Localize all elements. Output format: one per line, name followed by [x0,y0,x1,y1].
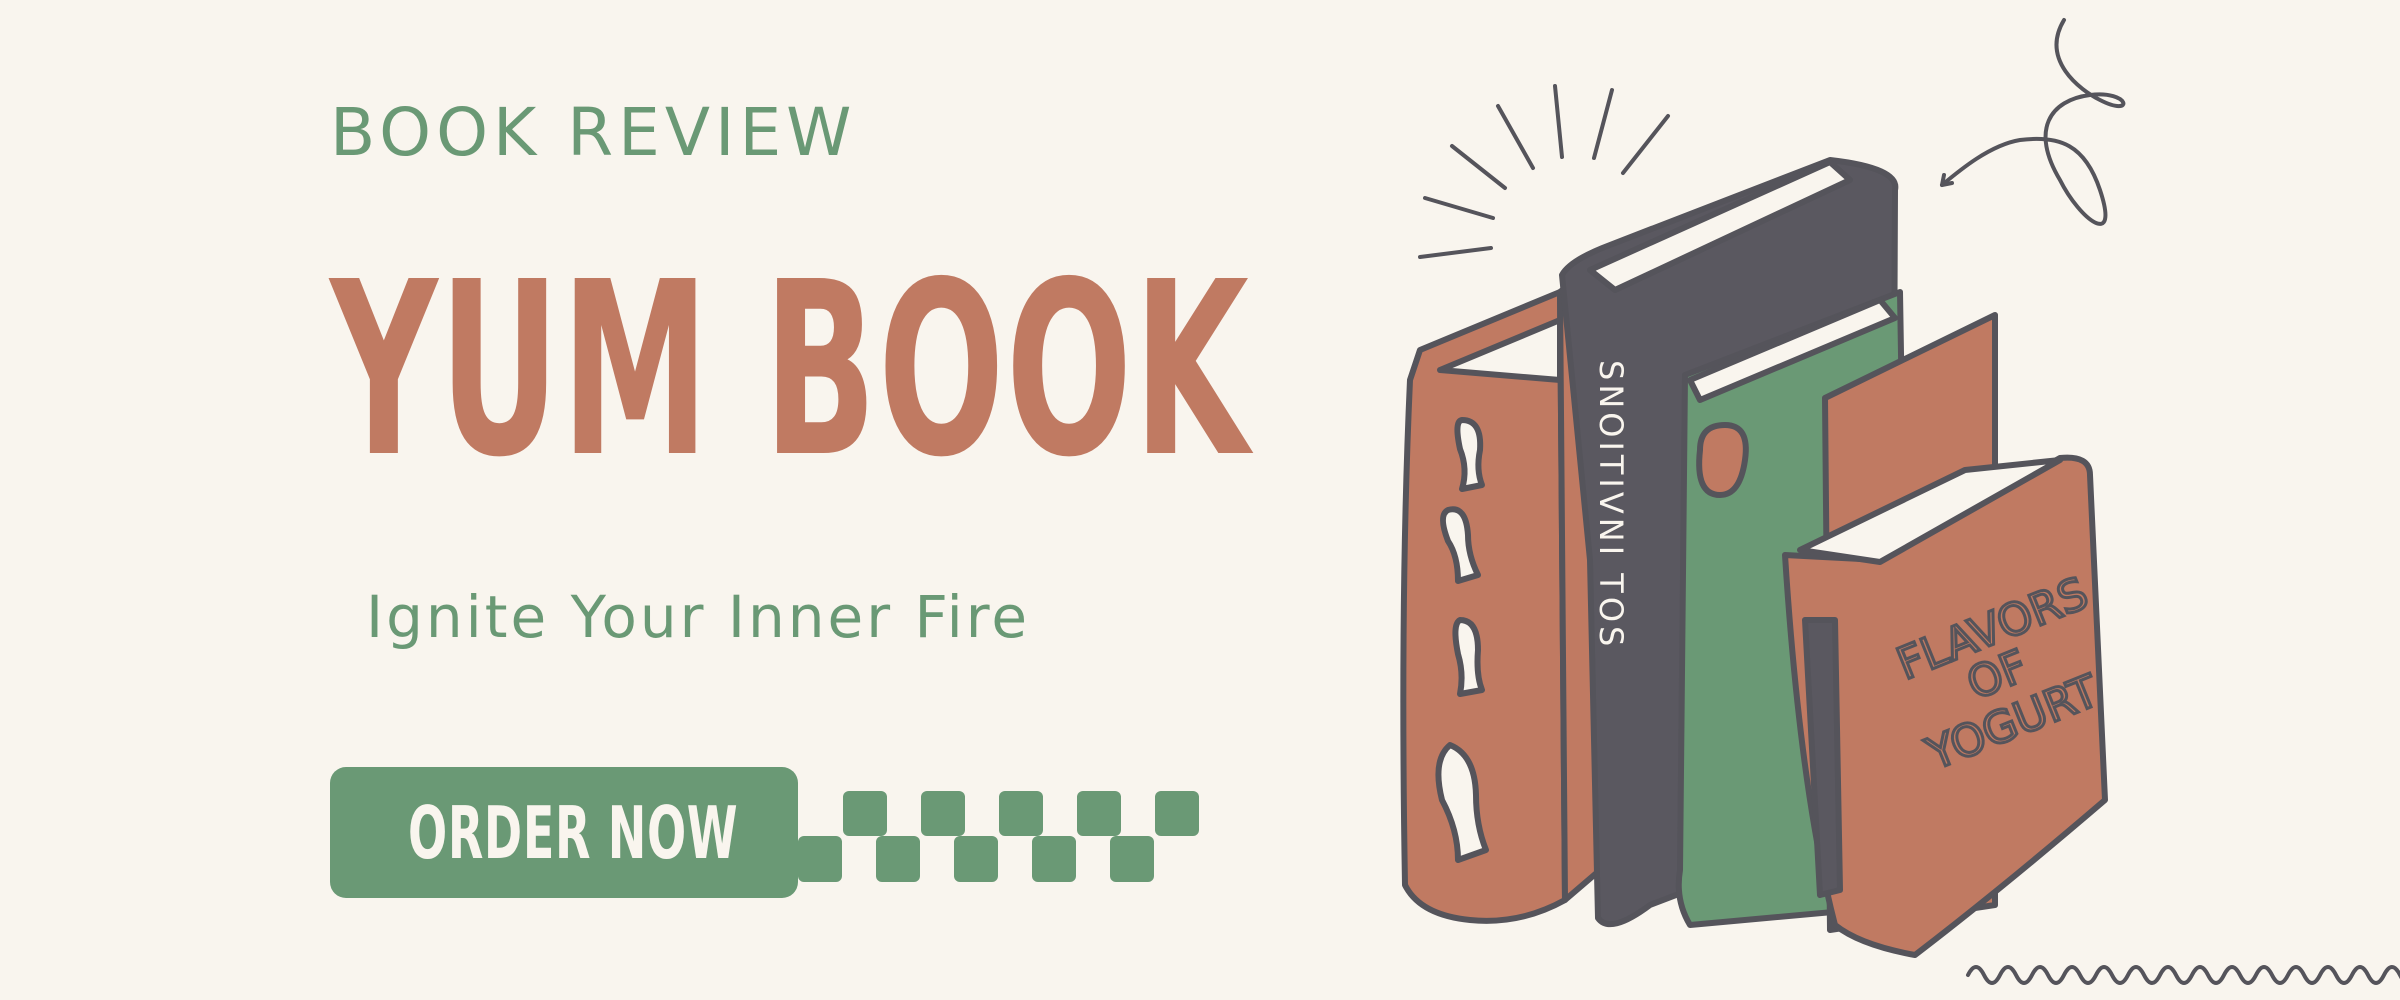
books-illustration: SNOITIVNI TOS FLAVORS OF YOGURT [1400,18,2400,985]
order-now-label: ORDER NOW [408,791,739,875]
banner: BOOK REVIEW YUM BOOK Ignite Your Inner F… [0,0,2400,1000]
tagline: Ignite Your Inner Fire [366,583,1031,651]
order-now-button[interactable]: ORDER NOW [330,767,798,898]
eyebrow-label: BOOK REVIEW [330,94,857,171]
page-title: YUM BOOK [330,230,1251,510]
spine-text: SNOITIVNI TOS [1592,360,1630,650]
